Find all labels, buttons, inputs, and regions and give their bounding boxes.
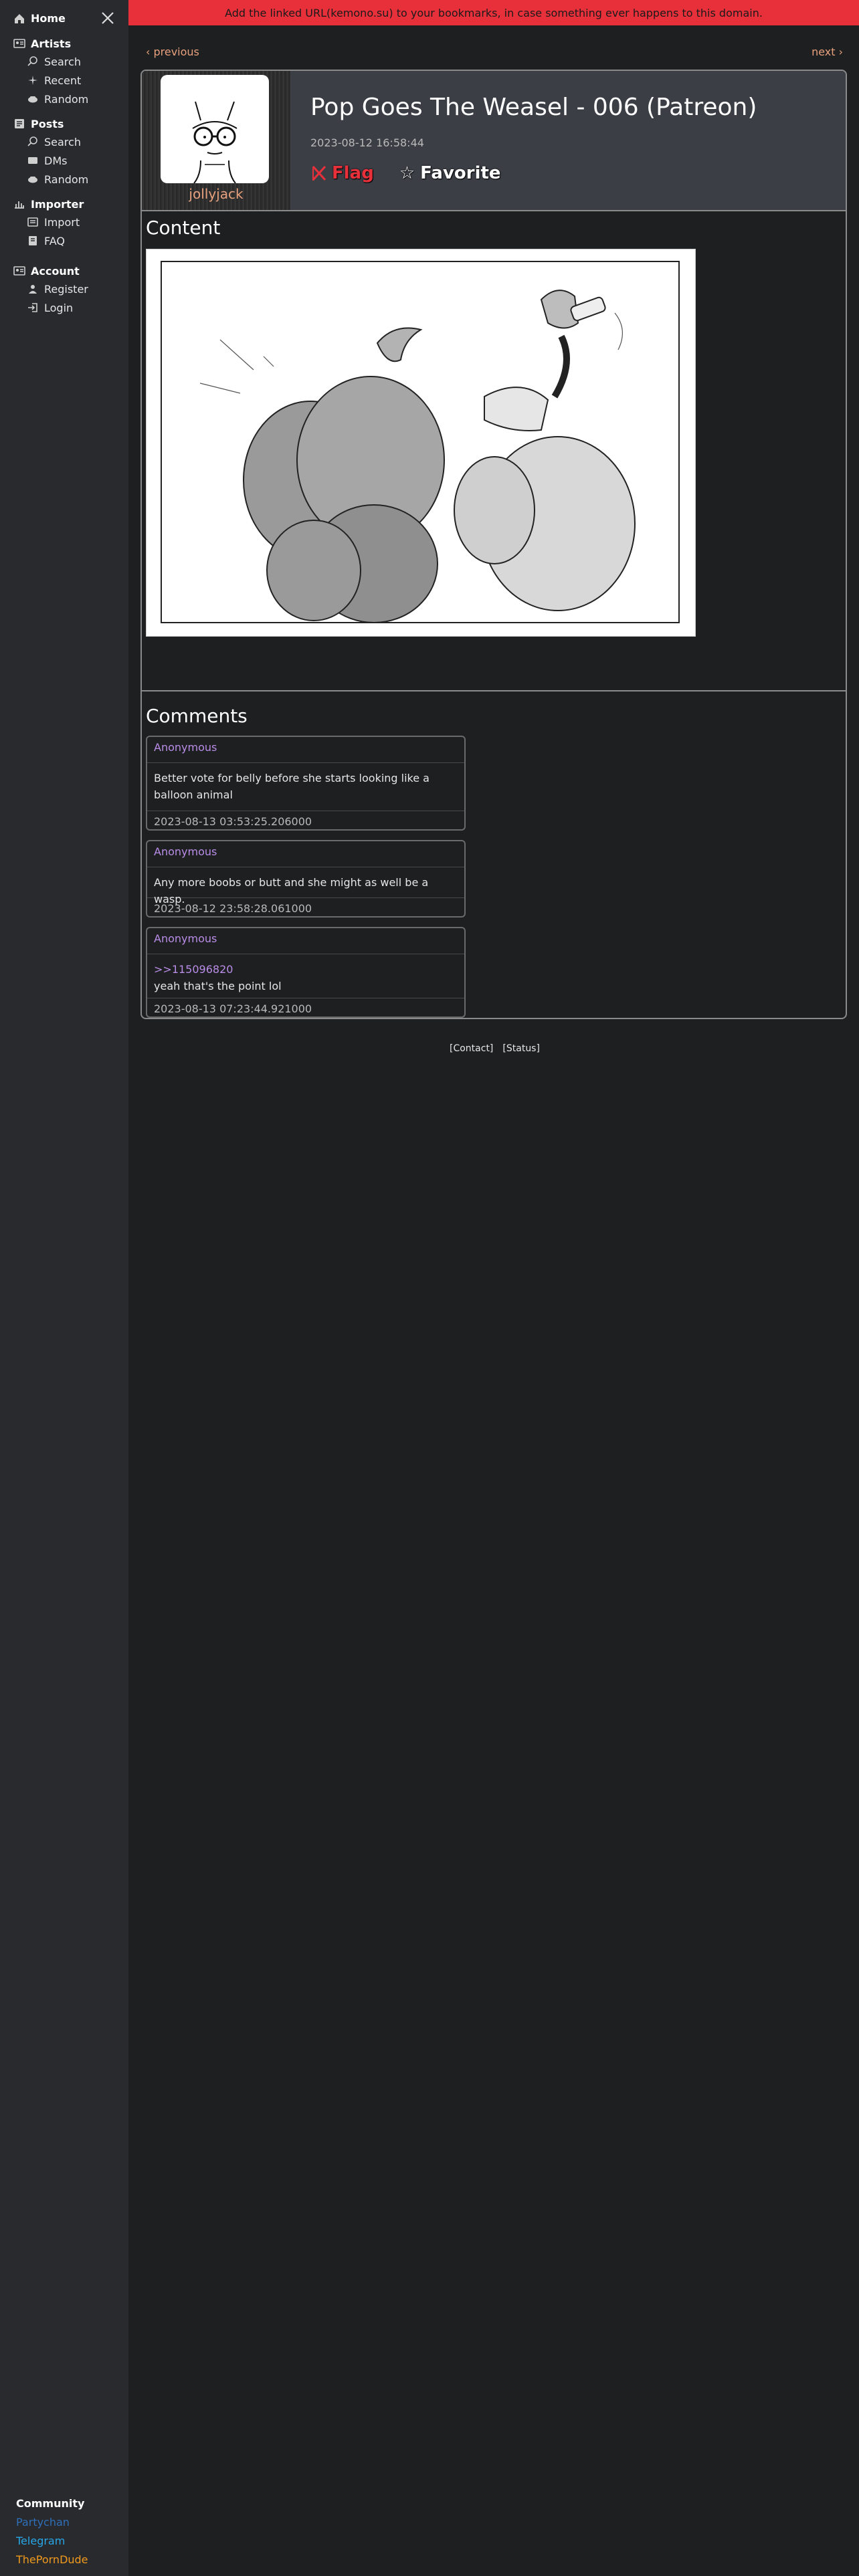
next-post-link[interactable]: next › [812,45,843,58]
favorite-button[interactable]: ☆ Favorite [399,163,501,183]
home-icon [13,13,25,25]
register-icon [27,283,39,295]
comment-card: Anonymous >>115096820 yeah that's the po… [146,927,466,1018]
importer-icon [13,198,25,210]
post-actions: Flag ☆ Favorite [310,163,501,183]
sparkle-icon [27,74,39,86]
comment-author[interactable]: Anonymous [147,737,464,763]
flag-icon [310,165,328,182]
comments-heading: Comments [146,705,248,727]
sidebar-heading-label: Artists [31,37,72,50]
sidebar-heading-importer[interactable]: Importer [13,195,84,213]
sidebar-heading-posts[interactable]: Posts [13,115,88,132]
sidebar-item-artists-recent[interactable]: Recent [13,71,88,90]
sidebar-heading-label: Posts [31,117,64,130]
sidebar-heading-label: Importer [31,197,84,211]
community-title: Community [16,2497,85,2510]
artist-avatar[interactable] [161,75,269,183]
message-icon [27,154,39,167]
sidebar-item-label: DMs [44,154,68,167]
comment-text: Better vote for belly before she starts … [147,763,464,811]
flag-label: Flag [332,163,374,183]
sidebar-item-label: Import [44,215,80,229]
sidebar-item-login[interactable]: Login [13,298,88,317]
favorite-label: Favorite [420,163,501,183]
sidebar-item-label: Search [44,135,81,148]
faq-icon [27,235,39,247]
comment-reply-link[interactable]: >>115096820 [154,961,458,978]
community-link-theporndude[interactable]: ThePornDude [16,2553,88,2572]
announcement-banner: Add the linked URL(kemono.su) to your bo… [128,0,859,25]
comment-card: Anonymous Any more boobs or butt and she… [146,840,466,918]
sidebar-section-artists: Artists Search Recent Random [13,35,88,108]
sidebar-item-label: Random [44,173,89,186]
post-date: 2023-08-12 16:58:44 [310,136,424,149]
sidebar-item-label: Login [44,301,74,314]
comment-author[interactable]: Anonymous [147,928,464,954]
sidebar-home-link[interactable]: Home [13,12,66,25]
sidebar: Home Artists Search Recent Random Posts … [0,0,128,2576]
close-sidebar-icon[interactable] [100,11,115,25]
sidebar-section-posts: Posts Search DMs Random [13,115,88,189]
comment-date: 2023-08-13 03:53:25.206000 [154,815,312,828]
sidebar-item-posts-dms[interactable]: DMs [13,151,88,170]
post-title: Pop Goes The Weasel - 006 (Patreon) [310,94,757,121]
sidebar-item-import[interactable]: Import [13,213,84,231]
sidebar-item-label: Recent [44,74,82,87]
footer-status-link[interactable]: [Status] [502,1043,540,1054]
sidebar-item-label: FAQ [44,234,65,247]
sidebar-item-register[interactable]: Register [13,280,88,298]
sidebar-section-importer: Importer Import FAQ [13,195,84,250]
posts-icon [13,118,25,130]
comment-text: Any more boobs or butt and she might as … [147,867,464,905]
sidebar-heading-artists[interactable]: Artists [13,35,88,52]
shuffle-icon [27,173,39,185]
comment-text: yeah that's the point lol [154,980,282,992]
flag-button[interactable]: Flag [310,163,374,183]
community-link-partychan[interactable]: Partychan [16,2516,88,2535]
post-header: jollyjack Pop Goes The Weasel - 006 (Pat… [142,71,846,211]
artists-icon [13,37,25,49]
community-link-telegram[interactable]: Telegram [16,2535,88,2553]
account-icon [13,265,25,277]
sidebar-item-posts-random[interactable]: Random [13,170,88,189]
banner-text: Add the linked URL(kemono.su) to your bo… [225,6,763,19]
content-heading: Content [146,217,221,239]
search-icon [27,136,39,148]
sidebar-item-label: Random [44,92,89,106]
sidebar-item-faq[interactable]: FAQ [13,231,84,250]
sidebar-item-artists-search[interactable]: Search [13,52,88,71]
post-card: jollyjack Pop Goes The Weasel - 006 (Pat… [140,70,847,1019]
comment-author[interactable]: Anonymous [147,841,464,867]
sidebar-heading-label: Account [31,264,80,278]
post-image[interactable] [146,249,696,637]
search-icon [27,56,39,68]
artist-name[interactable]: jollyjack [142,186,290,202]
footer-contact-link[interactable]: [Contact] [450,1043,493,1054]
previous-post-link[interactable]: ‹ previous [146,45,199,58]
comment-body: >>115096820 yeah that's the point lol [147,954,464,998]
comment-card: Anonymous Better vote for belly before s… [146,736,466,831]
content-divider [142,690,846,691]
sidebar-item-label: Register [44,282,88,296]
comment-date: 2023-08-13 07:23:44.921000 [154,1002,312,1015]
sidebar-item-label: Search [44,55,81,68]
sidebar-item-artists-random[interactable]: Random [13,90,88,108]
home-label: Home [31,12,66,25]
community-section: Community Partychan Telegram ThePornDude [16,2497,88,2572]
login-icon [27,302,39,314]
star-icon: ☆ [399,163,415,183]
comment-date: 2023-08-12 23:58:28.061000 [154,902,312,915]
footer: [Contact] [Status] [450,1043,540,1054]
sidebar-section-account: Account Register Login [13,262,88,317]
shuffle-icon [27,93,39,105]
sidebar-item-posts-search[interactable]: Search [13,132,88,151]
artist-card[interactable]: jollyjack [142,71,290,210]
sidebar-heading-account[interactable]: Account [13,262,88,280]
import-icon [27,216,39,228]
